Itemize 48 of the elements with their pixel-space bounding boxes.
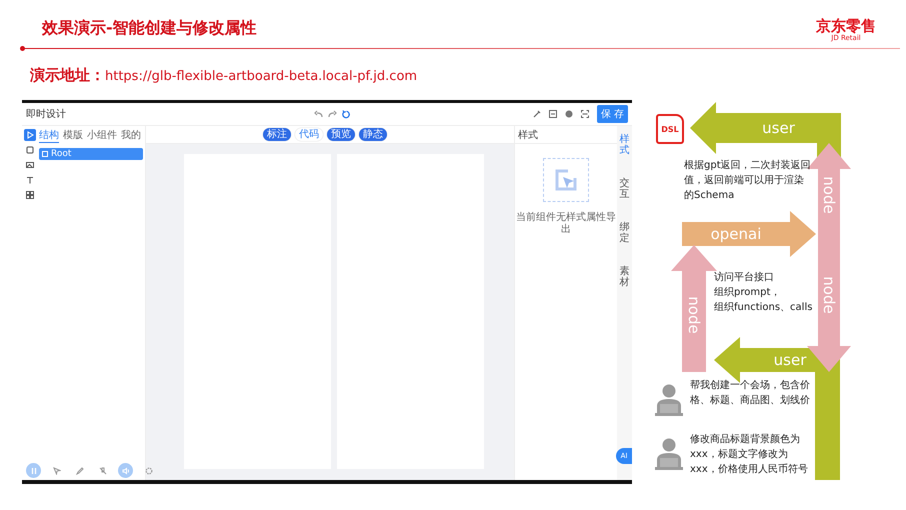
arrow-label: node [685,296,703,334]
arrow-label: user [762,119,795,137]
frame-tool-icon[interactable] [24,144,36,156]
side-tab[interactable]: 交互 [620,170,630,214]
fit-icon[interactable] [580,110,589,118]
developer-icon [654,384,684,416]
export-icon[interactable] [548,110,557,118]
user-request: 帮我创建一个会场，包含价格、标题、商品图、划线价 [690,378,811,408]
layer-label: Root [51,149,72,159]
grid-tool-icon[interactable] [24,189,36,201]
address-link[interactable]: https://glb-flexible-artboard-beta.local-pf.jd.com [105,69,418,84]
empty-selection-icon [543,158,589,202]
pointer-tool-icon[interactable] [24,129,36,141]
flow-note: 组织prompt， [714,286,782,300]
mode-button[interactable]: 标注 [263,128,291,141]
arrow-label: node [820,276,838,314]
flow-note: 根据gpt返回，二次封装返回值，返回前端可以用于渲染的Schema [684,158,812,203]
mode-button[interactable]: 预览 [327,128,355,141]
app-title: 即时设计 [26,108,66,121]
user-request: 修改商品标题背景颜色为xxx，标题文字修改为xxx，价格使用人民币符号 [690,432,809,477]
developer-icon [654,438,684,470]
refresh-icon[interactable] [342,110,351,118]
empty-hint: 当前组件无样式属性导出 [516,212,616,236]
side-tab[interactable]: 样式 [620,126,630,170]
dsl-file-icon: DSL [656,114,684,144]
side-tab[interactable]: 绑定 [620,214,630,258]
frame-icon [42,151,48,157]
redo-icon[interactable] [328,110,337,118]
flow-note: 组织functions、calls [714,301,814,315]
flow-note: 访问平台接口 [714,270,775,285]
arrow-label: node [820,176,838,214]
arrow-label: openai [710,225,762,243]
panel-tab[interactable]: 结构 [39,128,59,143]
panel-tab[interactable]: 小组件 [87,128,117,143]
mode-button[interactable]: 代码 [295,128,323,141]
image-tool-icon[interactable] [24,159,36,171]
panel-tab[interactable]: 我的 [121,128,141,143]
save-button[interactable]: 保 存 [596,105,628,123]
mode-button[interactable]: 静态 [359,128,387,141]
address-label: 演示地址： [30,66,105,85]
panel-tab[interactable]: 模版 [63,128,83,143]
arrow-label: user [774,351,806,369]
side-tab[interactable]: 素材 [620,258,630,302]
undo-icon[interactable] [314,110,323,118]
pen-icon[interactable] [532,110,541,118]
slide-title: 效果演示-智能创建与修改属性 [42,18,257,39]
logo-name: 京东零售 [816,18,876,34]
layer-item[interactable]: Root [39,148,143,160]
